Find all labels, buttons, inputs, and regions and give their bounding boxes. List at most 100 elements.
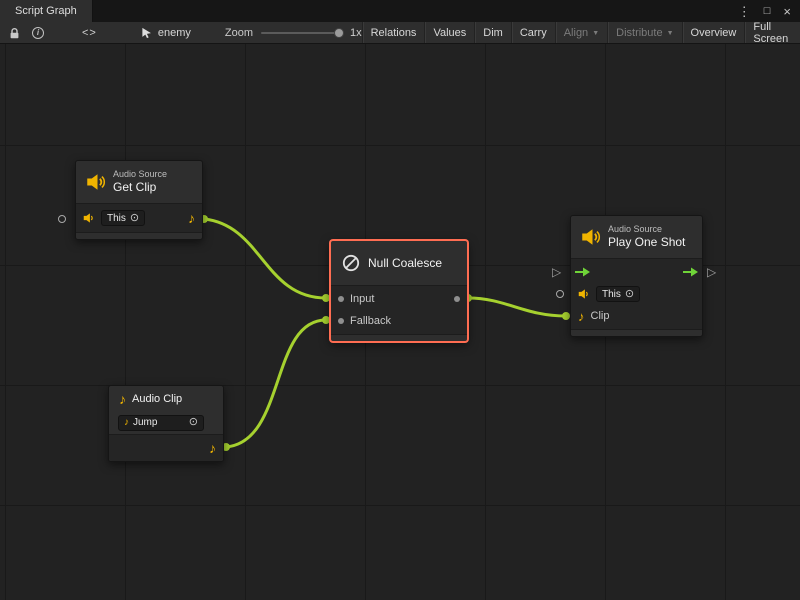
overview-label: Overview [691, 27, 737, 39]
clip-output-port[interactable]: ♪ [188, 211, 195, 225]
relations-button[interactable]: Relations [362, 22, 425, 43]
output-port-row: ♪ [109, 437, 223, 459]
clip-port-row: ♪ Clip [571, 305, 702, 327]
zoom-value: 1x [350, 27, 362, 39]
align-button[interactable]: Align ▼ [555, 22, 607, 43]
node-ports: ♪ [109, 434, 223, 461]
fullscreen-button[interactable]: Full Screen [744, 22, 800, 43]
node-play-one-shot[interactable]: Audio Source Play One Shot [570, 215, 703, 337]
node-header: ♪ Audio Clip [109, 386, 223, 411]
input-port-label: Input [350, 293, 374, 305]
code-icon: <> [82, 27, 97, 39]
lock-button[interactable] [0, 22, 26, 43]
node-ports: This ⊙ ♪ Clip [571, 258, 702, 330]
dim-button[interactable]: Dim [474, 22, 511, 43]
flow-out-triangle-port[interactable]: ▷ [707, 266, 716, 278]
clip-port-label: Clip [591, 310, 610, 322]
align-label: Align [564, 27, 588, 39]
fallback-port[interactable] [338, 318, 344, 324]
get-clip-target-input-port[interactable] [58, 215, 66, 223]
target-port-row: This ⊙ ♪ [76, 206, 202, 230]
node-header: Audio Source Get Clip [76, 161, 202, 203]
node-null-coalesce[interactable]: Null Coalesce Input Fallback [330, 240, 468, 342]
node-title: Null Coalesce [368, 256, 442, 270]
target-field[interactable]: This ⊙ [101, 210, 145, 226]
tab-bar: Script Graph ⋮ □ × [0, 0, 800, 22]
graph-owner[interactable]: enemy [141, 27, 191, 39]
script-graph-window: Script Graph ⋮ □ × i <> enemy [0, 0, 800, 600]
node-title: Get Clip [113, 180, 167, 194]
audio-source-icon [578, 288, 590, 300]
object-picker-icon[interactable]: ⊙ [130, 213, 139, 224]
wire-endpoint [562, 312, 570, 320]
object-picker-icon[interactable]: ⊙ [625, 289, 634, 300]
zoom-label: Zoom [225, 27, 253, 39]
value-row: ♪ Jump ⊙ [109, 411, 223, 434]
values-button[interactable]: Values [424, 22, 474, 43]
target-value: This [107, 213, 126, 224]
info-button[interactable]: i [26, 22, 50, 43]
target-port-row: This ⊙ [571, 283, 702, 305]
wire-endpoint [322, 294, 330, 302]
clip-output-port[interactable]: ♪ [209, 441, 216, 455]
inspect-button[interactable]: <> [76, 22, 103, 43]
node-ports: This ⊙ ♪ [76, 203, 202, 233]
lock-icon [9, 27, 20, 39]
node-category: Audio Source [608, 224, 685, 235]
clip-input-icon[interactable]: ♪ [578, 310, 585, 323]
menu-icon[interactable]: ⋮ [738, 5, 751, 18]
relations-label: Relations [371, 27, 417, 39]
fallback-port-label: Fallback [350, 315, 391, 327]
wire-getclip-to-input[interactable] [204, 219, 326, 298]
graph-owner-label: enemy [158, 27, 191, 39]
fullscreen-label: Full Screen [753, 21, 792, 45]
flow-output-arrow-icon[interactable] [683, 267, 698, 277]
play-target-input-port[interactable] [556, 290, 564, 298]
align-caret-icon: ▼ [592, 29, 599, 37]
node-category: Audio Source [113, 169, 167, 180]
flow-input-arrow-icon[interactable] [575, 267, 590, 277]
overview-button[interactable]: Overview [682, 22, 745, 43]
audio-source-icon [581, 227, 601, 247]
distribute-label: Distribute [616, 27, 662, 39]
distribute-button[interactable]: Distribute ▼ [607, 22, 681, 43]
fallback-port-row: Fallback [331, 310, 467, 332]
object-picker-icon[interactable]: ⊙ [189, 417, 198, 428]
wire-endpoint [322, 316, 330, 324]
node-title: Play One Shot [608, 235, 685, 249]
wire-output-to-clip[interactable] [468, 298, 566, 316]
flow-port-row [571, 261, 702, 283]
note-icon: ♪ [124, 418, 129, 428]
close-icon[interactable]: × [783, 5, 791, 18]
node-get-clip[interactable]: Audio Source Get Clip This ⊙ ♪ [75, 160, 203, 240]
dim-label: Dim [483, 27, 503, 39]
node-title-stack: Audio Source Get Clip [113, 169, 167, 194]
audio-source-icon [83, 212, 95, 224]
flow-in-triangle-port[interactable]: ▷ [552, 266, 561, 278]
node-header: Null Coalesce [331, 241, 467, 285]
zoom-slider-handle[interactable] [334, 28, 344, 38]
window-controls: ⋮ □ × [738, 0, 800, 22]
input-port[interactable] [338, 296, 344, 302]
node-audio-clip[interactable]: ♪ Audio Clip ♪ Jump ⊙ ♪ [108, 385, 224, 462]
target-value: This [602, 289, 621, 300]
carry-label: Carry [520, 27, 547, 39]
values-label: Values [433, 27, 466, 39]
null-coalesce-icon [341, 253, 361, 273]
info-glyph: i [37, 28, 39, 37]
result-output-port[interactable] [454, 296, 460, 302]
distribute-caret-icon: ▼ [667, 29, 674, 37]
wire-audioclip-to-fallback[interactable] [226, 320, 326, 447]
node-header: Audio Source Play One Shot [571, 216, 702, 258]
zoom-slider[interactable] [261, 32, 340, 34]
audio-clip-field[interactable]: ♪ Jump ⊙ [118, 415, 204, 431]
tab-script-graph[interactable]: Script Graph [0, 0, 93, 22]
maximize-icon[interactable]: □ [764, 6, 771, 17]
graph-canvas[interactable]: Audio Source Get Clip This ⊙ ♪ [0, 44, 800, 600]
node-ports: Input Fallback [331, 285, 467, 335]
info-icon: i [32, 27, 44, 39]
carry-button[interactable]: Carry [511, 22, 555, 43]
toolbar-buttons: Relations Values Dim Carry Align ▼ Distr… [362, 22, 800, 43]
target-field[interactable]: This ⊙ [596, 286, 640, 302]
cursor-icon [141, 27, 153, 39]
